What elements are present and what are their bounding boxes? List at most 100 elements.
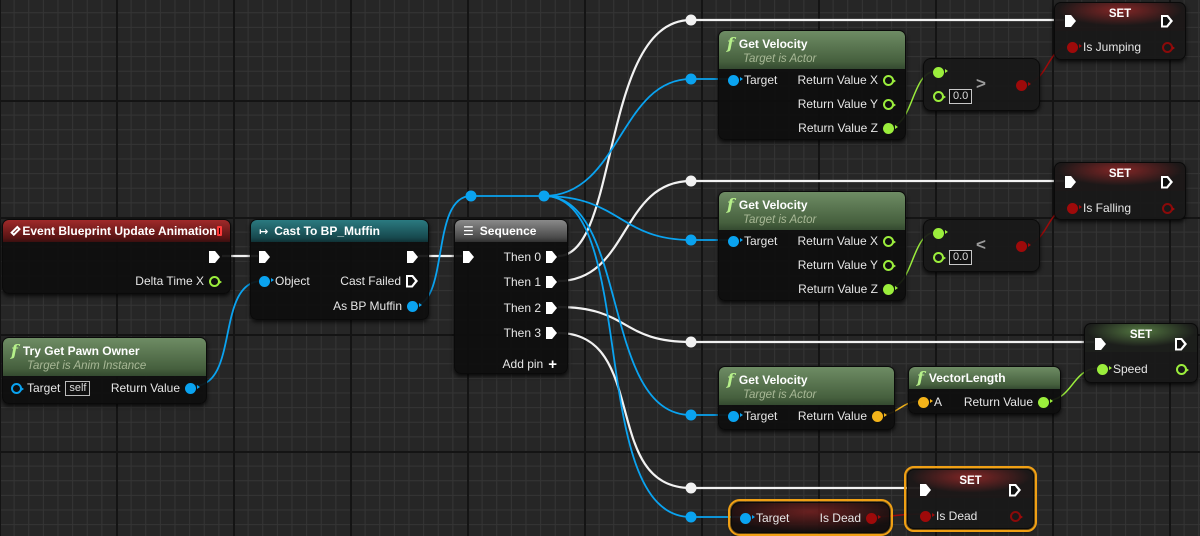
reroute-knot-object[interactable]	[685, 234, 697, 246]
return-value-pin[interactable]	[1038, 396, 1053, 408]
object-pin[interactable]	[259, 275, 274, 287]
b-input-pin[interactable]	[933, 90, 946, 102]
get-velocity-node[interactable]: f Get Velocity Target is Actor Target Ret…	[718, 191, 906, 301]
set-is-falling-node[interactable]: SET Is Falling	[1054, 162, 1186, 220]
a-input-pin[interactable]	[933, 66, 948, 78]
reroute-knot-object[interactable]	[685, 73, 697, 85]
speed-input-pin[interactable]	[1097, 363, 1112, 375]
pin-label: Then 2	[503, 301, 541, 315]
return-z-pin[interactable]	[883, 122, 898, 134]
get-velocity-node[interactable]: f Get Velocity Target is Actor Target Ret…	[718, 30, 906, 140]
exec-in-pin[interactable]	[920, 484, 931, 496]
a-row	[933, 64, 948, 80]
pin-label: Return Value Z	[798, 121, 878, 135]
set-is-jumping-node[interactable]: SET Is Jumping	[1054, 2, 1186, 60]
self-default-value[interactable]: self	[65, 380, 91, 396]
reroute-knot-object[interactable]	[685, 409, 697, 421]
less-than-operator: <	[976, 235, 986, 254]
exec-in-pin[interactable]	[463, 251, 474, 263]
speed-output-pin[interactable]	[1176, 363, 1189, 375]
exec-out-pin[interactable]	[407, 251, 418, 263]
target-pin[interactable]	[11, 382, 24, 394]
exec-out-pin[interactable]	[1161, 15, 1173, 28]
is-dead-input-pin[interactable]	[920, 510, 935, 522]
return-y-pin[interactable]	[883, 259, 896, 271]
less-than-node[interactable]: 0.0 <	[923, 219, 1040, 272]
reroute-knot-object[interactable]	[685, 511, 697, 523]
exec-in-pin[interactable]	[1065, 176, 1076, 188]
exec-in-row	[1095, 336, 1106, 352]
then-2-pin[interactable]	[546, 302, 557, 314]
node-header: Event Blueprint Update Animation	[3, 220, 230, 242]
reroute-knot-object[interactable]	[465, 190, 477, 202]
target-pin[interactable]	[728, 235, 743, 247]
reroute-knot-exec[interactable]	[685, 175, 697, 187]
b-input-pin[interactable]	[933, 251, 946, 263]
event-stop-icon	[216, 226, 222, 236]
return-x-pin[interactable]	[883, 74, 896, 86]
get-is-dead-node[interactable]: Target Is Dead	[728, 499, 893, 536]
pin-label: Return Value	[110, 381, 180, 395]
result-pin[interactable]	[1016, 240, 1031, 252]
exec-in-pin[interactable]	[1095, 338, 1106, 350]
result-pin[interactable]	[1016, 79, 1031, 91]
exec-out-pin[interactable]	[1161, 176, 1173, 189]
exec-in-pin[interactable]	[1065, 15, 1076, 27]
vector-length-node[interactable]: f VectorLength A Return Value	[908, 366, 1061, 414]
reroute-knot-exec[interactable]	[685, 14, 697, 26]
return-value-pin[interactable]	[872, 410, 887, 422]
target-pin[interactable]	[740, 512, 755, 524]
exec-in-row	[1065, 13, 1076, 29]
pin-label: Then 1	[503, 275, 541, 289]
as-bp-muffin-pin[interactable]	[407, 300, 422, 312]
exec-out-pin[interactable]	[1009, 484, 1021, 497]
add-pin-button[interactable]: Add pin +	[503, 356, 557, 373]
target-row: Target self	[11, 380, 91, 396]
greater-than-operator: >	[976, 74, 986, 93]
is-jumping-input-pin[interactable]	[1067, 41, 1082, 53]
is-dead-output-pin[interactable]	[1010, 510, 1023, 522]
exec-out-pin[interactable]	[209, 251, 220, 263]
event-update-animation-node[interactable]: Event Blueprint Update Animation Delta T…	[2, 219, 231, 294]
then-1-row: Then 1	[504, 274, 557, 290]
is-falling-input-pin[interactable]	[1067, 202, 1082, 214]
cast-to-bp-muffin-node[interactable]: ↦ Cast To BP_Muffin Object Cast Failed A…	[250, 219, 429, 320]
delta-time-pin[interactable]	[209, 275, 222, 287]
exec-out-row	[1161, 174, 1173, 190]
is-falling-output-pin[interactable]	[1162, 202, 1175, 214]
return-y-pin[interactable]	[883, 98, 896, 110]
target-row: Target	[740, 510, 789, 526]
then-1-pin[interactable]	[546, 276, 557, 288]
b-value-field[interactable]: 0.0	[949, 249, 973, 265]
cast-failed-pin[interactable]	[406, 275, 418, 288]
exec-in-row	[259, 249, 270, 265]
pin-label: Delta Time X	[135, 274, 204, 288]
return-value-pin[interactable]	[185, 382, 200, 394]
then-0-pin[interactable]	[546, 251, 557, 263]
b-value-field[interactable]: 0.0	[949, 88, 973, 104]
a-input-pin[interactable]	[918, 396, 933, 408]
then-3-pin[interactable]	[546, 327, 557, 339]
reroute-knot-object[interactable]	[538, 190, 550, 202]
set-speed-node[interactable]: SET Speed	[1084, 323, 1198, 383]
reroute-knot-exec[interactable]	[685, 336, 697, 348]
exec-out-pin[interactable]	[1175, 338, 1187, 351]
target-pin[interactable]	[728, 74, 743, 86]
target-pin[interactable]	[728, 410, 743, 422]
is-dead-row: Is Dead	[820, 510, 881, 526]
a-input-pin[interactable]	[933, 227, 948, 239]
exec-in-pin[interactable]	[259, 251, 270, 263]
get-velocity-node[interactable]: f Get Velocity Target is Actor Target Ret…	[718, 366, 895, 430]
node-title: SET	[1108, 8, 1132, 20]
reroute-knot-exec[interactable]	[685, 482, 697, 494]
pin-label: As BP Muffin	[333, 299, 402, 313]
sequence-node[interactable]: ☰ Sequence Then 0 Then 1 Then 2 Then 3 A…	[454, 219, 568, 374]
return-x-pin[interactable]	[883, 235, 896, 247]
return-z-pin[interactable]	[883, 283, 898, 295]
greater-than-node[interactable]: 0.0 >	[923, 58, 1040, 111]
pin-label: Return Value Y	[797, 97, 878, 111]
is-dead-output-pin[interactable]	[866, 512, 881, 524]
is-jumping-output-pin[interactable]	[1162, 41, 1175, 53]
set-is-dead-node[interactable]: SET Is Dead	[904, 466, 1037, 532]
try-get-pawn-owner-node[interactable]: f Try Get Pawn Owner Target is Anim Insta…	[2, 337, 207, 404]
